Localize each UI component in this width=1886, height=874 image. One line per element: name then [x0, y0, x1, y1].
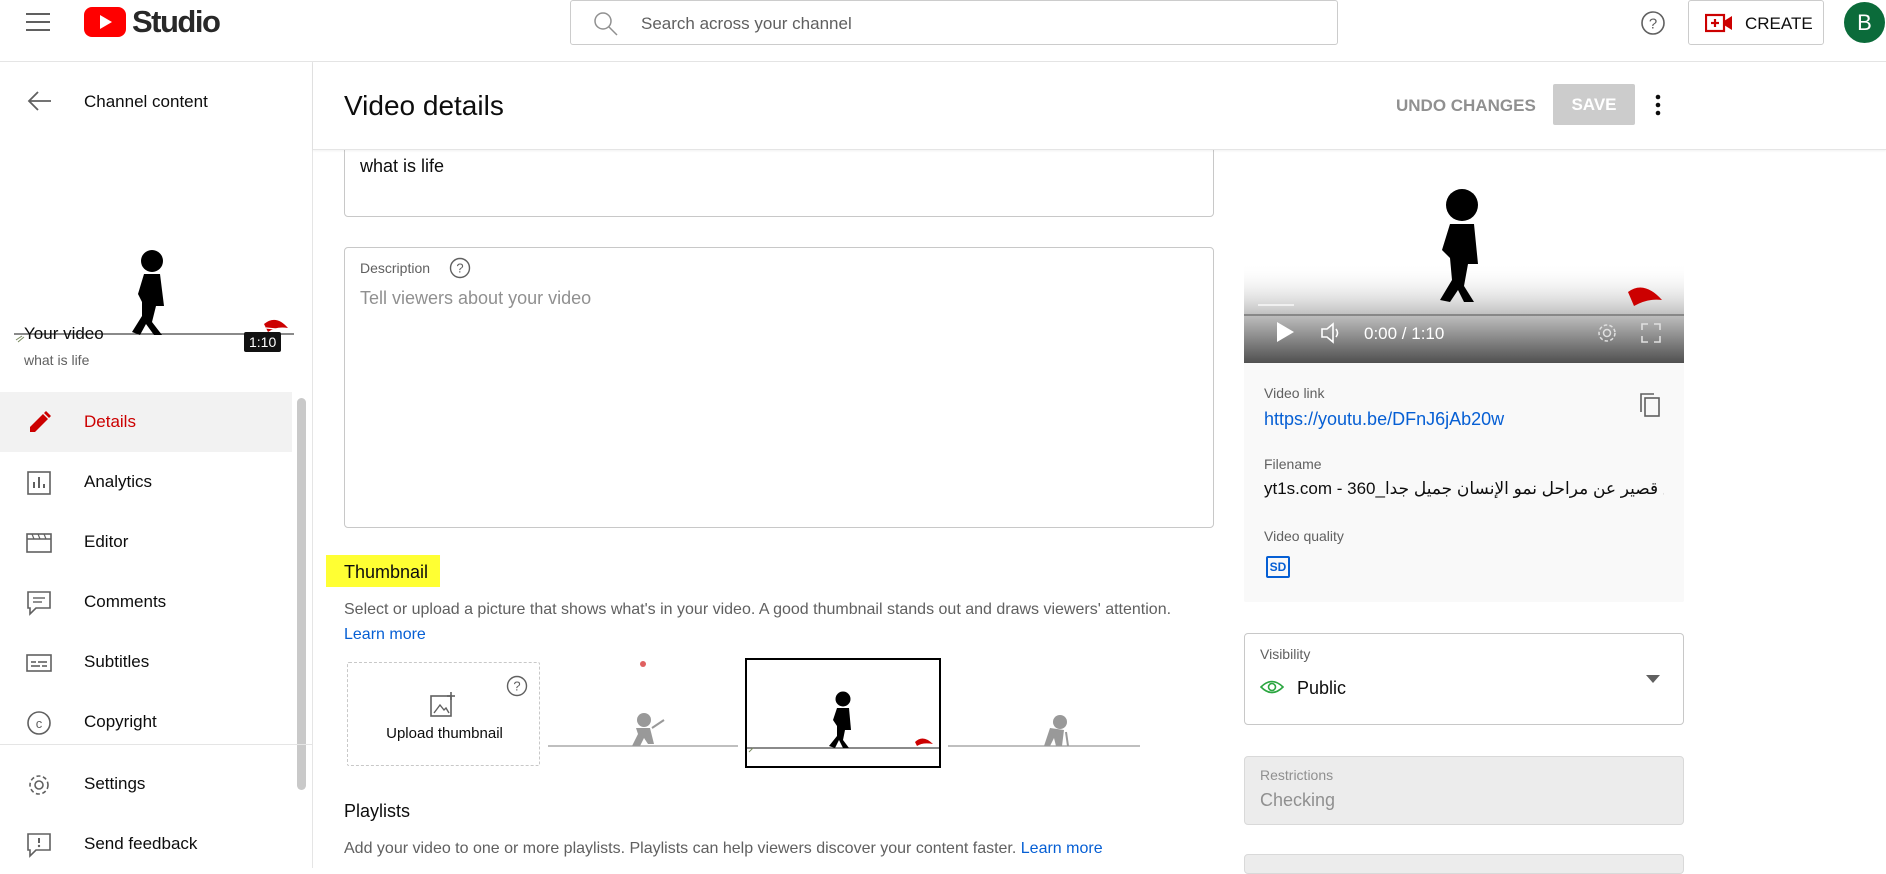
- restrictions-field: Restrictions Checking: [1244, 756, 1684, 825]
- sidebar-item-editor[interactable]: Editor: [0, 512, 292, 572]
- filename-label: Filename: [1264, 456, 1322, 472]
- main-header: Video details UNDO CHANGES SAVE: [313, 62, 1886, 150]
- copyright-icon: c: [26, 710, 52, 736]
- search-icon: [593, 11, 619, 37]
- restrictions-value: Checking: [1260, 790, 1336, 810]
- upload-thumbnail-label: Upload thumbnail: [386, 725, 503, 742]
- create-video-icon: [1705, 13, 1733, 33]
- top-bar: Studio Search across your channel ? CREA…: [0, 0, 1886, 62]
- svg-text:?: ?: [456, 261, 463, 276]
- thumbnail-description: Select or upload a picture that shows wh…: [344, 601, 1172, 618]
- sidebar-item-label: Send feedback: [84, 834, 198, 853]
- editor-icon: [26, 530, 52, 556]
- description-label: Description: [360, 260, 431, 276]
- svg-text:?: ?: [1649, 16, 1657, 33]
- back-arrow-icon[interactable]: [27, 90, 53, 112]
- title-input[interactable]: what is life: [360, 156, 444, 177]
- player-time: 0:00 / 1:10: [1364, 324, 1445, 343]
- studio-logo-text: Studio: [132, 4, 221, 39]
- playlists-learn-more-link[interactable]: Learn more: [1021, 840, 1103, 857]
- sidebar-item-subtitles[interactable]: Subtitles: [0, 632, 292, 692]
- your-video-label: Your video: [24, 324, 104, 343]
- sidebar-item-label: Subtitles: [84, 652, 150, 671]
- avatar[interactable]: B: [1844, 2, 1885, 43]
- help-icon[interactable]: ?: [1640, 10, 1666, 36]
- page-title: Video details: [344, 90, 504, 121]
- create-button[interactable]: CREATE: [1688, 0, 1824, 45]
- sidebar-scrollbar[interactable]: [297, 398, 306, 790]
- sidebar-item-label: Copyright: [84, 712, 157, 731]
- pencil-icon: [26, 410, 52, 436]
- channel-content-link[interactable]: Channel content: [84, 92, 208, 112]
- play-icon[interactable]: [1274, 320, 1296, 344]
- hamburger-menu-icon[interactable]: [26, 12, 50, 32]
- visibility-dropdown[interactable]: Visibility Public: [1244, 633, 1684, 725]
- gear-icon: [26, 772, 52, 798]
- sidebar-video-title: what is life: [24, 352, 90, 368]
- add-image-icon: [430, 691, 456, 717]
- sidebar-item-settings[interactable]: Settings: [0, 754, 292, 814]
- sidebar-item-label: Comments: [84, 592, 167, 611]
- thumbnail-option-3[interactable]: [948, 658, 1140, 766]
- create-button-label: CREATE: [1745, 14, 1813, 33]
- sidebar-item-copyright[interactable]: c Copyright: [0, 692, 292, 752]
- thumbnail-learn-more-link[interactable]: Learn more: [344, 626, 426, 644]
- video-info-card: 0:00 / 1:10 Video link https://youtu.be/…: [1244, 150, 1684, 602]
- video-player[interactable]: 0:00 / 1:10: [1244, 150, 1684, 363]
- sidebar-item-label: Settings: [84, 774, 146, 793]
- description-field[interactable]: Description ? Tell viewers about your vi…: [344, 247, 1214, 528]
- player-settings-gear-icon[interactable]: [1596, 322, 1618, 344]
- sidebar-item-label: Analytics: [84, 472, 153, 491]
- youtube-logo-icon[interactable]: [84, 7, 126, 37]
- thumbnail-option-1[interactable]: [548, 658, 738, 766]
- volume-icon[interactable]: [1320, 322, 1344, 344]
- thumbnail-option-2-selected[interactable]: [745, 658, 941, 768]
- sidebar-item-details[interactable]: Details: [0, 392, 292, 452]
- video-link-label: Video link: [1264, 385, 1325, 401]
- sidebar-item-label: Editor: [84, 532, 129, 551]
- visibility-label: Visibility: [1260, 646, 1311, 662]
- search-box[interactable]: Search across your channel: [570, 0, 1338, 45]
- help-icon[interactable]: ?: [506, 675, 528, 697]
- sidebar-item-comments[interactable]: Comments: [0, 572, 292, 632]
- visibility-value: Public: [1297, 678, 1347, 698]
- help-icon[interactable]: ?: [449, 257, 471, 279]
- comments-icon: [26, 590, 52, 616]
- save-button[interactable]: SAVE: [1553, 84, 1635, 125]
- sidebar-item-label: Details: [84, 412, 136, 431]
- copy-icon[interactable]: [1638, 392, 1662, 418]
- video-link[interactable]: https://youtu.be/DFnJ6jAb20w: [1264, 409, 1504, 430]
- playlists-description-text: Add your video to one or more playlists.…: [344, 840, 1017, 857]
- sidebar-divider: [0, 744, 312, 745]
- svg-text:?: ?: [513, 679, 520, 694]
- analytics-icon: [26, 470, 52, 496]
- sd-quality-badge: SD: [1266, 556, 1290, 578]
- sidebar-item-analytics[interactable]: Analytics: [0, 452, 292, 512]
- feedback-icon: [26, 832, 52, 858]
- filename-value: yt1s.com - 360_ع قصير عن مراحل نمو الإنس…: [1264, 479, 1664, 498]
- search-input[interactable]: Search across your channel: [641, 14, 852, 34]
- upload-thumbnail-button[interactable]: Upload thumbnail ?: [347, 662, 540, 766]
- dropdown-arrow-icon: [1645, 674, 1661, 684]
- fullscreen-icon[interactable]: [1640, 322, 1662, 344]
- eye-icon: [1260, 678, 1284, 696]
- video-quality-label: Video quality: [1264, 528, 1344, 544]
- sidebar-item-send-feedback[interactable]: Send feedback: [0, 814, 292, 874]
- playlists-heading: Playlists: [344, 801, 411, 821]
- playlists-description: Add your video to one or more playlists.…: [344, 840, 1103, 858]
- video-duration-badge: 1:10: [244, 332, 282, 352]
- sidebar: Channel content 1:10 Your video what is …: [0, 62, 313, 868]
- subtitles-icon: [26, 650, 52, 676]
- svg-text:c: c: [36, 716, 43, 731]
- restrictions-label: Restrictions: [1260, 767, 1334, 783]
- thumbnail-heading: Thumbnail: [344, 562, 429, 582]
- description-input[interactable]: Tell viewers about your video: [360, 288, 591, 309]
- next-field-partial: [1244, 854, 1684, 874]
- undo-changes-button[interactable]: UNDO CHANGES: [1396, 96, 1536, 116]
- more-options-icon[interactable]: [1653, 92, 1663, 118]
